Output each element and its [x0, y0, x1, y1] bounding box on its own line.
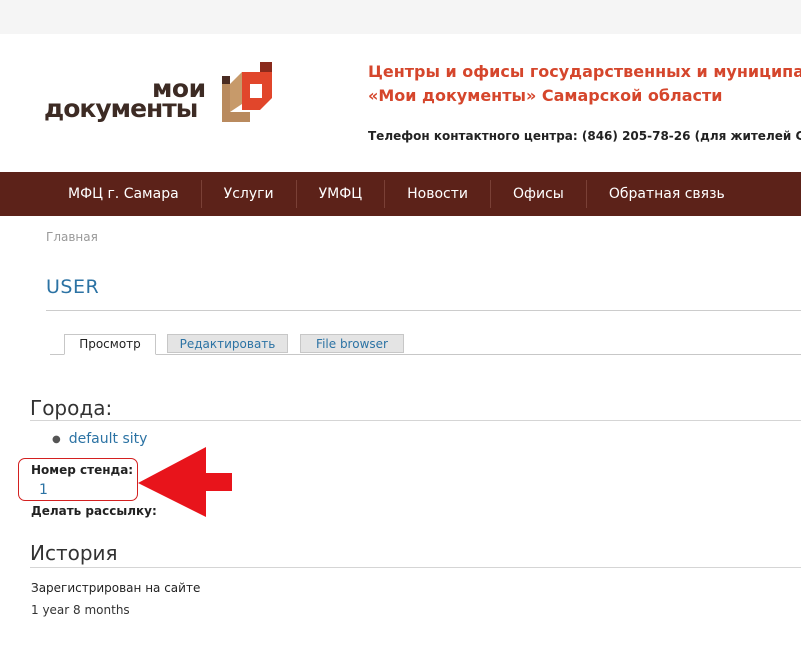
history-heading: История — [30, 541, 118, 565]
contact-phone: Телефон контактного центра: (846) 205-78… — [368, 129, 801, 143]
breadcrumb-home-link[interactable]: Главная — [46, 230, 98, 244]
top-strip — [0, 0, 801, 34]
breadcrumb: Главная — [46, 230, 98, 244]
nav-item-feedback[interactable]: Обратная связь — [585, 180, 747, 208]
nav-item-mfc-samara[interactable]: МФЦ г. Самара — [46, 180, 201, 208]
tab-bar: Просмотр Редактировать File browser — [50, 334, 801, 355]
logo-mark-icon — [222, 62, 272, 122]
nav-item-services[interactable]: Услуги — [200, 180, 296, 208]
tab-view[interactable]: Просмотр — [64, 334, 156, 355]
city-list: ● default sity — [52, 431, 147, 447]
registered-label: Зарегистрирован на сайте — [31, 581, 201, 595]
history-divider — [30, 567, 801, 568]
logo-word-bottom: документы — [44, 94, 198, 123]
page-title: USER — [46, 276, 100, 298]
nav-item-offices[interactable]: Офисы — [490, 180, 586, 208]
org-title-line-2: «Мои документы» Самарской области — [368, 86, 723, 105]
cities-divider — [30, 420, 801, 421]
nav-item-news[interactable]: Новости — [384, 180, 490, 208]
annotation-highlight-box — [18, 458, 138, 501]
main-nav: МФЦ г. Самара Услуги УМФЦ Новости Офисы … — [0, 172, 801, 216]
title-divider — [46, 310, 801, 311]
tab-file-browser[interactable]: File browser — [300, 334, 404, 353]
org-title-line-1: Центры и офисы государственных и муницип… — [368, 62, 801, 81]
nav-item-umfc[interactable]: УМФЦ — [295, 180, 385, 208]
org-title: Центры и офисы государственных и муницип… — [368, 60, 801, 108]
cities-heading: Города: — [30, 396, 113, 420]
mailing-label: Делать рассылку: — [31, 504, 157, 518]
site-logo[interactable]: мои документы — [44, 56, 276, 132]
tab-edit[interactable]: Редактировать — [167, 334, 288, 353]
list-item: ● default sity — [52, 431, 147, 447]
bullet-icon: ● — [52, 434, 61, 445]
page: мои документы Центры и офисы государстве… — [0, 0, 801, 649]
registered-duration: 1 year 8 months — [31, 603, 130, 617]
